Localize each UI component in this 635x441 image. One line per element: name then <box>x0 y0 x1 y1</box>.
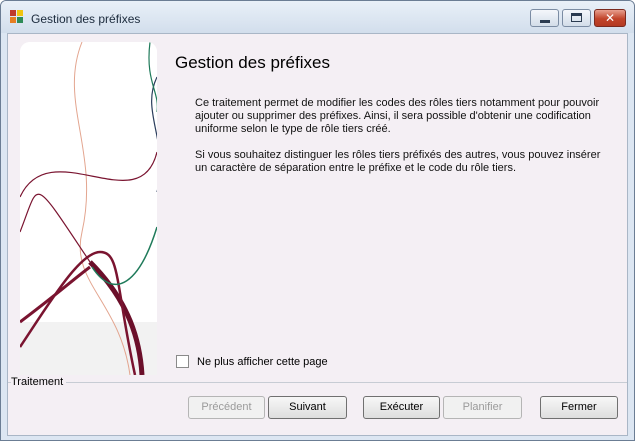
previous-button[interactable]: Précédent <box>188 396 265 419</box>
app-icon <box>10 10 24 24</box>
minimize-icon <box>540 20 550 23</box>
description-paragraph-1: Ce traitement permet de modifier les cod… <box>195 97 600 135</box>
decorative-curves-graphic <box>20 42 157 375</box>
close-button[interactable]: Fermer <box>540 396 618 419</box>
wizard-window: Gestion des préfixes ✕ Gestion des préfi… <box>0 0 635 441</box>
dont-show-again-label[interactable]: Ne plus afficher cette page <box>197 356 328 368</box>
maximize-icon <box>571 13 582 22</box>
next-button[interactable]: Suivant <box>268 396 347 419</box>
minimize-button[interactable] <box>530 9 559 27</box>
app-icon-square-2 <box>17 10 23 16</box>
dont-show-again-checkbox[interactable] <box>176 355 189 368</box>
close-icon: ✕ <box>604 11 616 25</box>
title-bar[interactable]: Gestion des préfixes ✕ <box>1 1 634 33</box>
schedule-button[interactable]: Planifier <box>443 396 522 419</box>
app-icon-square-4 <box>17 17 23 23</box>
execute-button[interactable]: Exécuter <box>363 396 440 419</box>
maximize-button[interactable] <box>562 9 591 27</box>
group-label: Traitement <box>11 376 67 388</box>
description-paragraph-2: Si vous souhaitez distinguer les rôles t… <box>195 149 601 174</box>
app-icon-square-1 <box>10 10 16 16</box>
group-divider <box>8 382 627 383</box>
page-title: Gestion des préfixes <box>175 53 330 72</box>
app-icon-square-3 <box>10 17 16 23</box>
wizard-body: Gestion des préfixes Ce traitement perme… <box>7 33 628 436</box>
close-window-button[interactable]: ✕ <box>594 9 626 27</box>
decorative-side-panel <box>20 42 157 375</box>
window-title: Gestion des préfixes <box>31 12 141 26</box>
